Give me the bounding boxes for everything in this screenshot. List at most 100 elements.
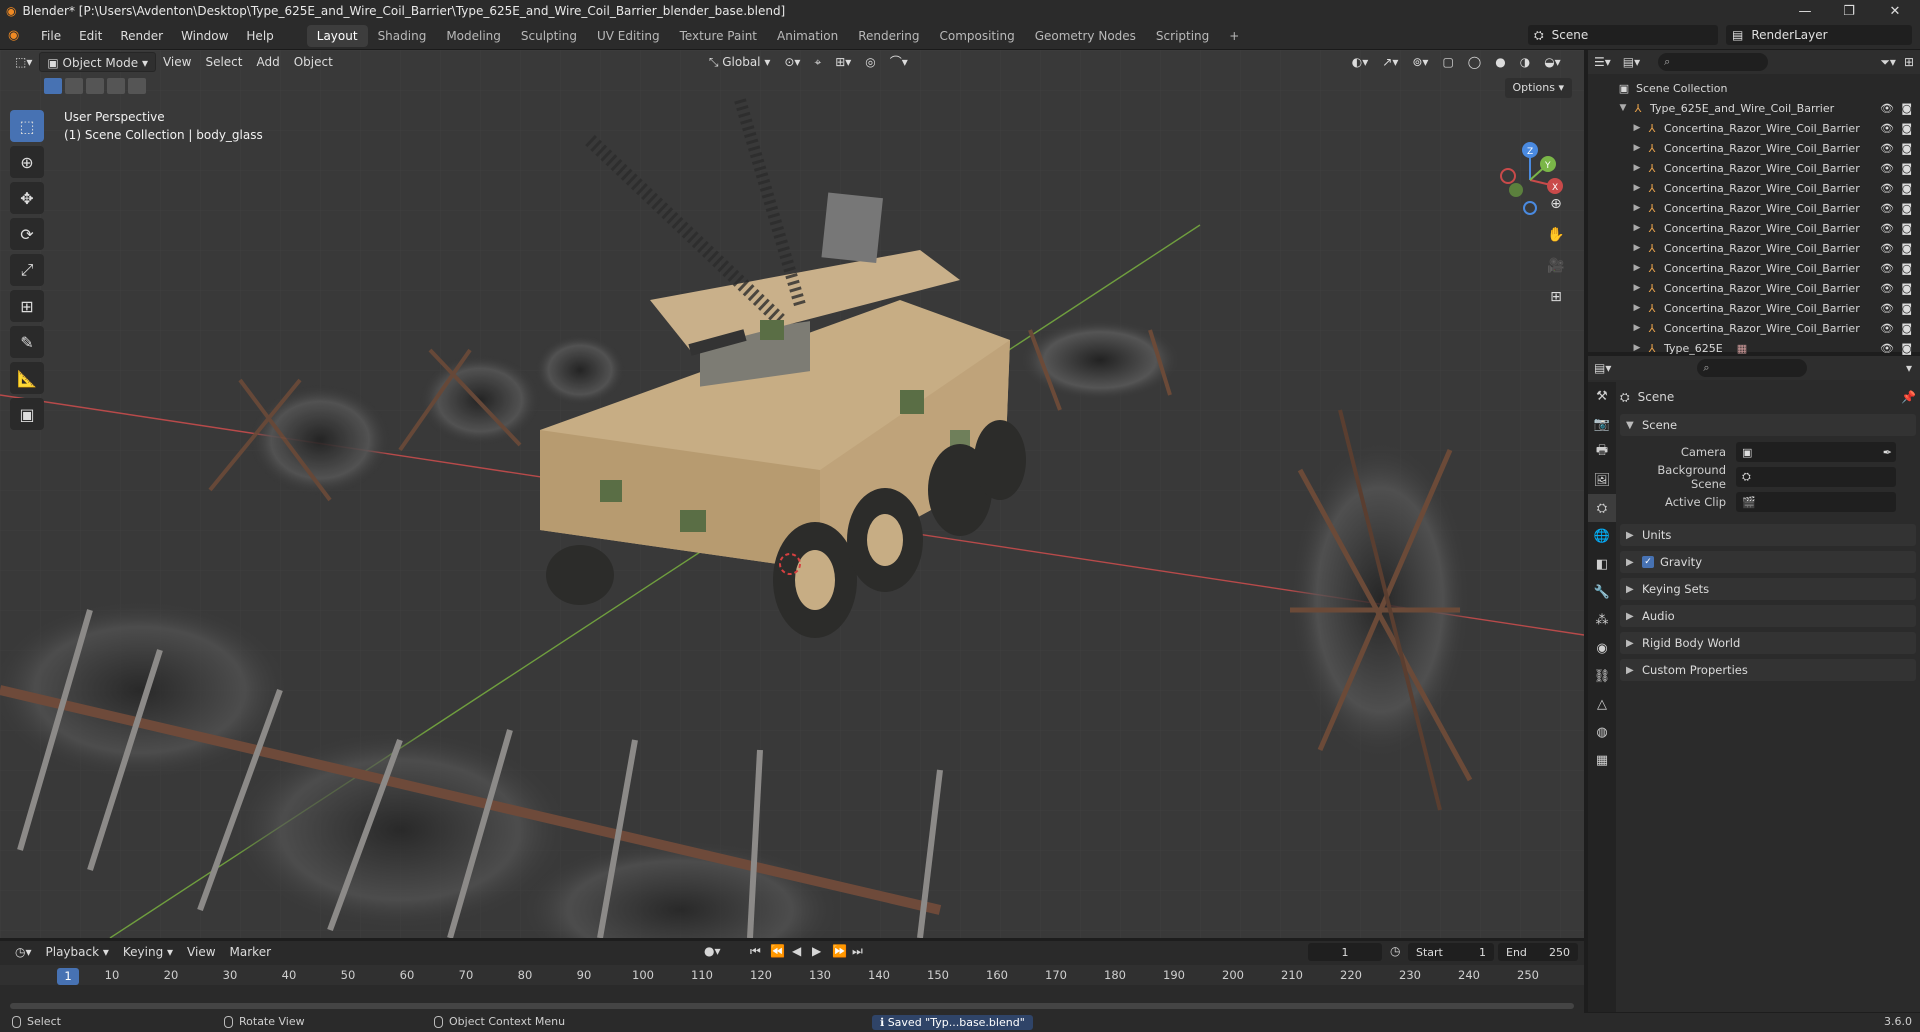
outliner-row-item[interactable]: ▶ ⅄ Concertina_Razor_Wire_Coil_Barrier 👁 ◙	[1588, 138, 1920, 158]
view-layer-tab-icon[interactable]: 🖼	[1588, 466, 1616, 494]
jump-prev-key-icon[interactable]: ⏪	[770, 944, 785, 958]
playhead[interactable]: 1	[57, 968, 79, 985]
outliner-row-item[interactable]: ▶ ⅄ Concertina_Razor_Wire_Coil_Barrier 👁 ◙	[1588, 318, 1920, 338]
properties-search-input[interactable]: ⌕	[1697, 359, 1808, 377]
keying-sets-panel-header[interactable]: ▶ Keying Sets	[1620, 578, 1916, 600]
eye-icon[interactable]: 👁	[1880, 242, 1894, 255]
menu-file[interactable]: File	[32, 25, 70, 47]
select-box-tool-icon[interactable]: ⬚	[10, 110, 44, 142]
outliner-row-scene-collection[interactable]: ▣ Scene Collection	[1588, 78, 1920, 98]
mode-dropdown[interactable]: ▣ Object Mode ▾	[39, 52, 156, 72]
render-camera-icon[interactable]: ◙	[1901, 182, 1912, 195]
menu-timeline-view[interactable]: View	[180, 942, 222, 962]
modifier-tab-icon[interactable]: 🔧	[1588, 578, 1616, 606]
timeline-ruler[interactable]: 1 10 20 30 40 50 60 70 80 90 100 110 120…	[0, 965, 1584, 985]
render-camera-icon[interactable]: ◙	[1901, 282, 1912, 295]
outliner-row-item[interactable]: ▶ ⅄ Concertina_Razor_Wire_Coil_Barrier 👁 ◙	[1588, 158, 1920, 178]
background-scene-field[interactable]: ⛭	[1736, 467, 1896, 487]
outliner-row-item[interactable]: ▶ ⅄ Concertina_Razor_Wire_Coil_Barrier 👁 ◙	[1588, 238, 1920, 258]
display-mode-icon[interactable]: ▤▾	[1623, 55, 1640, 69]
render-camera-icon[interactable]: ◙	[1901, 102, 1912, 115]
transform-orientation-dropdown[interactable]: ⤡ Global ▾	[702, 52, 778, 72]
properties-options-icon[interactable]: ▾	[1906, 361, 1912, 375]
preview-range-icon[interactable]: ◷	[1390, 944, 1400, 958]
menu-playback[interactable]: Playback ▾	[39, 942, 116, 962]
expand-arrow-icon[interactable]: ▼	[1616, 103, 1630, 113]
render-camera-icon[interactable]: ◙	[1901, 302, 1912, 315]
menu-window[interactable]: Window	[172, 25, 237, 47]
menu-edit[interactable]: Edit	[70, 25, 111, 47]
eye-icon[interactable]: 👁	[1880, 102, 1894, 115]
tab-sculpting[interactable]: Sculpting	[511, 25, 587, 47]
rigid-body-world-panel-header[interactable]: ▶ Rigid Body World	[1620, 632, 1916, 654]
render-camera-icon[interactable]: ◙	[1901, 162, 1912, 175]
eye-icon[interactable]: 👁	[1880, 262, 1894, 275]
menu-help[interactable]: Help	[237, 25, 282, 47]
eye-icon[interactable]: 👁	[1880, 202, 1894, 215]
cursor-tool-icon[interactable]: ⊕	[10, 146, 44, 178]
eye-icon[interactable]: 👁	[1880, 122, 1894, 135]
timeline-scrollbar[interactable]	[10, 1003, 1574, 1009]
expand-arrow-icon[interactable]: ▶	[1630, 203, 1644, 213]
minimize-button[interactable]: —	[1782, 0, 1828, 22]
menu-marker[interactable]: Marker	[223, 942, 278, 962]
falloff-icon[interactable]: ⌒▾	[883, 52, 915, 72]
tab-animation[interactable]: Animation	[767, 25, 848, 47]
output-tab-icon[interactable]: 🖶	[1588, 438, 1616, 466]
scene-tab-icon[interactable]: ⛭	[1588, 494, 1616, 522]
transform-tool-icon[interactable]: ⊞	[10, 290, 44, 322]
measure-tool-icon[interactable]: 📐	[10, 362, 44, 394]
expand-arrow-icon[interactable]: ▶	[1630, 163, 1644, 173]
overlays-icon[interactable]: ⊚▾	[1405, 52, 1435, 72]
snap-target-icon[interactable]: ⊞▾	[828, 52, 858, 72]
eye-icon[interactable]: 👁	[1880, 162, 1894, 175]
tab-scripting[interactable]: Scripting	[1146, 25, 1219, 47]
units-panel-header[interactable]: ▶ Units	[1620, 524, 1916, 546]
jump-start-icon[interactable]: ⏮	[750, 944, 761, 959]
scene-panel-header[interactable]: ▼ Scene	[1620, 414, 1916, 436]
expand-arrow-icon[interactable]: ▶	[1630, 223, 1644, 233]
annotate-tool-icon[interactable]: ✎	[10, 326, 44, 358]
eye-icon[interactable]: 👁	[1880, 342, 1894, 355]
outliner-row-item[interactable]: ▶ ⅄ Concertina_Razor_Wire_Coil_Barrier 👁 ◙	[1588, 178, 1920, 198]
gravity-panel-header[interactable]: ▶ ✓ Gravity	[1620, 551, 1916, 573]
scale-tool-icon[interactable]: ⤢	[10, 254, 44, 286]
rotate-tool-icon[interactable]: ⟳	[10, 218, 44, 250]
expand-arrow-icon[interactable]: ▶	[1630, 243, 1644, 253]
render-tab-icon[interactable]: 📷	[1588, 410, 1616, 438]
zoom-icon[interactable]: ⊕	[1542, 190, 1570, 218]
render-camera-icon[interactable]: ◙	[1901, 142, 1912, 155]
proportional-edit-icon[interactable]: ◎	[858, 52, 882, 72]
editor-type-icon[interactable]: ⬚▾	[8, 52, 39, 72]
scene-selector[interactable]: ⛭ Scene	[1528, 25, 1718, 45]
tab-texture-paint[interactable]: Texture Paint	[670, 25, 767, 47]
outliner-row-item[interactable]: ▶ ⅄ Type_625E ▦ 👁 ◙	[1588, 338, 1920, 358]
blender-menu-icon[interactable]: ◉	[8, 28, 32, 43]
wireframe-shading-icon[interactable]: ◯	[1461, 52, 1488, 72]
menu-select[interactable]: Select	[198, 52, 249, 72]
render-camera-icon[interactable]: ◙	[1901, 222, 1912, 235]
material-tab-icon[interactable]: ◍	[1588, 718, 1616, 746]
outliner-row-item[interactable]: ▶ ⅄ Concertina_Razor_Wire_Coil_Barrier 👁 ◙	[1588, 258, 1920, 278]
expand-arrow-icon[interactable]: ▶	[1630, 303, 1644, 313]
tab-shading[interactable]: Shading	[368, 25, 437, 47]
solid-shading-icon[interactable]: ●	[1488, 52, 1512, 72]
menu-render[interactable]: Render	[111, 25, 172, 47]
snap-icon[interactable]: ⌖	[807, 52, 828, 72]
expand-arrow-icon[interactable]: ▶	[1630, 183, 1644, 193]
tab-layout[interactable]: Layout	[306, 24, 368, 47]
select-invert-icon[interactable]	[107, 78, 125, 94]
physics-tab-icon[interactable]: ◉	[1588, 634, 1616, 662]
options-dropdown[interactable]: Options ▾	[1504, 78, 1572, 98]
end-frame-field[interactable]: End 250	[1498, 943, 1578, 961]
filter-icon[interactable]: ⏷▾	[1880, 55, 1896, 70]
select-intersect-icon[interactable]	[128, 78, 146, 94]
particles-tab-icon[interactable]: ⁂	[1588, 606, 1616, 634]
expand-arrow-icon[interactable]: ▶	[1630, 283, 1644, 293]
outliner-row-item[interactable]: ▶ ⅄ Concertina_Razor_Wire_Coil_Barrier 👁 ◙	[1588, 198, 1920, 218]
outliner-row-item[interactable]: ▶ ⅄ Concertina_Razor_Wire_Coil_Barrier 👁 ◙	[1588, 298, 1920, 318]
eye-icon[interactable]: 👁	[1880, 222, 1894, 235]
expand-arrow-icon[interactable]: ▶	[1630, 143, 1644, 153]
render-camera-icon[interactable]: ◙	[1901, 242, 1912, 255]
select-subtract-icon[interactable]	[86, 78, 104, 94]
